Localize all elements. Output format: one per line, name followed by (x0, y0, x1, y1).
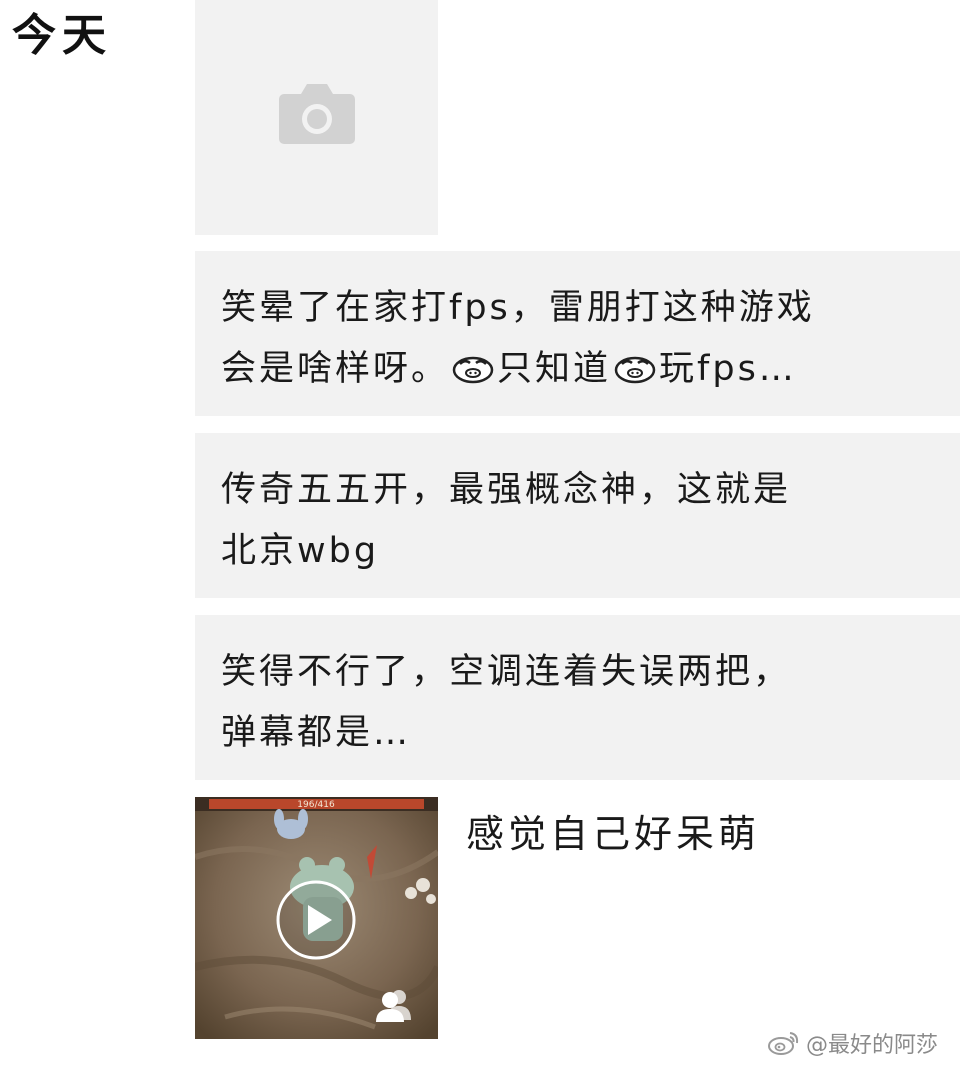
date-label: 今天 (12, 10, 112, 61)
post-1-line-2c: 玩fps… (659, 349, 797, 389)
text-post-1[interactable]: 笑晕了在家打fps，雷朋打这种游戏 会是啥样呀。 只知道 玩fps… (195, 251, 960, 416)
camera-icon (279, 84, 355, 144)
weibo-logo-icon (767, 1032, 799, 1055)
video-caption[interactable]: 感觉自己好呆萌 (466, 806, 760, 862)
post-text-3: 笑得不行了，空调连着失误两把， 弹幕都是… (221, 652, 792, 753)
text-post-2[interactable]: 传奇五五开，最强概念神，这就是 北京wbg (195, 433, 960, 598)
post-1-line-1: 笑晕了在家打fps，雷朋打这种游戏 (221, 288, 815, 328)
pig-face-emoji-icon (614, 356, 656, 384)
watermark: @最好的阿莎 (767, 1027, 938, 1059)
play-icon[interactable] (275, 879, 357, 961)
pig-face-emoji-icon (452, 356, 494, 384)
watermark-text: @最好的阿莎 (805, 1033, 938, 1058)
video-thumbnail[interactable]: 196/416 (195, 797, 438, 1039)
thumb-counter: 196/416 (297, 800, 335, 810)
text-post-3[interactable]: 笑得不行了，空调连着失误两把， 弹幕都是… (195, 615, 960, 780)
friends-visibility-icon (376, 990, 411, 1022)
post-text-1: 笑晕了在家打fps，雷朋打这种游戏 会是啥样呀。 只知道 玩fps… (221, 278, 960, 400)
post-1-line-2a: 会是啥样呀。 (221, 349, 450, 389)
post-1-line-2b: 只知道 (497, 349, 612, 389)
post-text-2: 传奇五五开，最强概念神，这就是 北京wbg (221, 470, 792, 571)
